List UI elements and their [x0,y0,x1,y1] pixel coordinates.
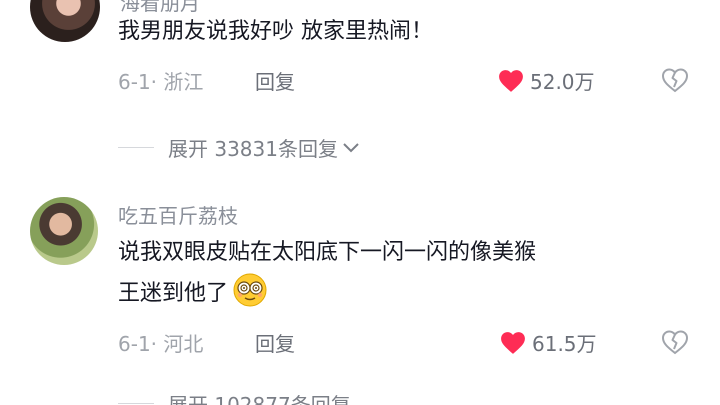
like-button[interactable]: 52.0万 [498,66,595,95]
expand-replies-button[interactable]: 展开 33831条回复 [118,133,360,162]
broken-heart-icon[interactable] [661,329,689,355]
like-button[interactable]: 61.5万 [500,328,597,357]
reply-button[interactable]: 回复 [255,66,295,95]
avatar[interactable] [30,197,98,265]
username[interactable]: 吃五百斤荔枝 [118,200,238,229]
divider [118,147,154,148]
expand-replies-label: 展开 102877条回复 [168,393,351,405]
comment-list: 海看朋月 我男朋友说我好吵 放家里热闹！ 6-1· 浙江 回复 52.0万 展开… [0,0,720,405]
avatar[interactable] [30,0,100,42]
divider [118,403,154,404]
like-count: 52.0万 [530,70,595,94]
broken-heart-icon[interactable] [661,67,689,93]
expand-replies-button[interactable]: 展开 102877条回复 [118,389,351,405]
heart-icon [501,331,525,354]
chevron-down-icon [343,142,359,152]
dizzy-eyes-emoji-icon [233,273,267,307]
reply-button[interactable]: 回复 [255,328,295,357]
comment-meta: 6-1· 浙江 [118,70,204,94]
comment-text-line: 王迷到他了 [118,272,536,313]
like-count: 61.5万 [532,332,597,356]
comment-text: 说我双眼皮贴在太阳底下一闪一闪的像美猴 王迷到他了 [118,234,536,313]
comment-text: 我男朋友说我好吵 放家里热闹！ [118,19,433,44]
comment-meta: 6-1· 河北 [118,332,204,356]
heart-icon [499,69,523,92]
comment-text-fragment: 王迷到他了 [118,281,229,306]
comment-text-line: 说我双眼皮贴在太阳底下一闪一闪的像美猴 [118,240,537,265]
expand-replies-label: 展开 33831条回复 [168,137,338,161]
